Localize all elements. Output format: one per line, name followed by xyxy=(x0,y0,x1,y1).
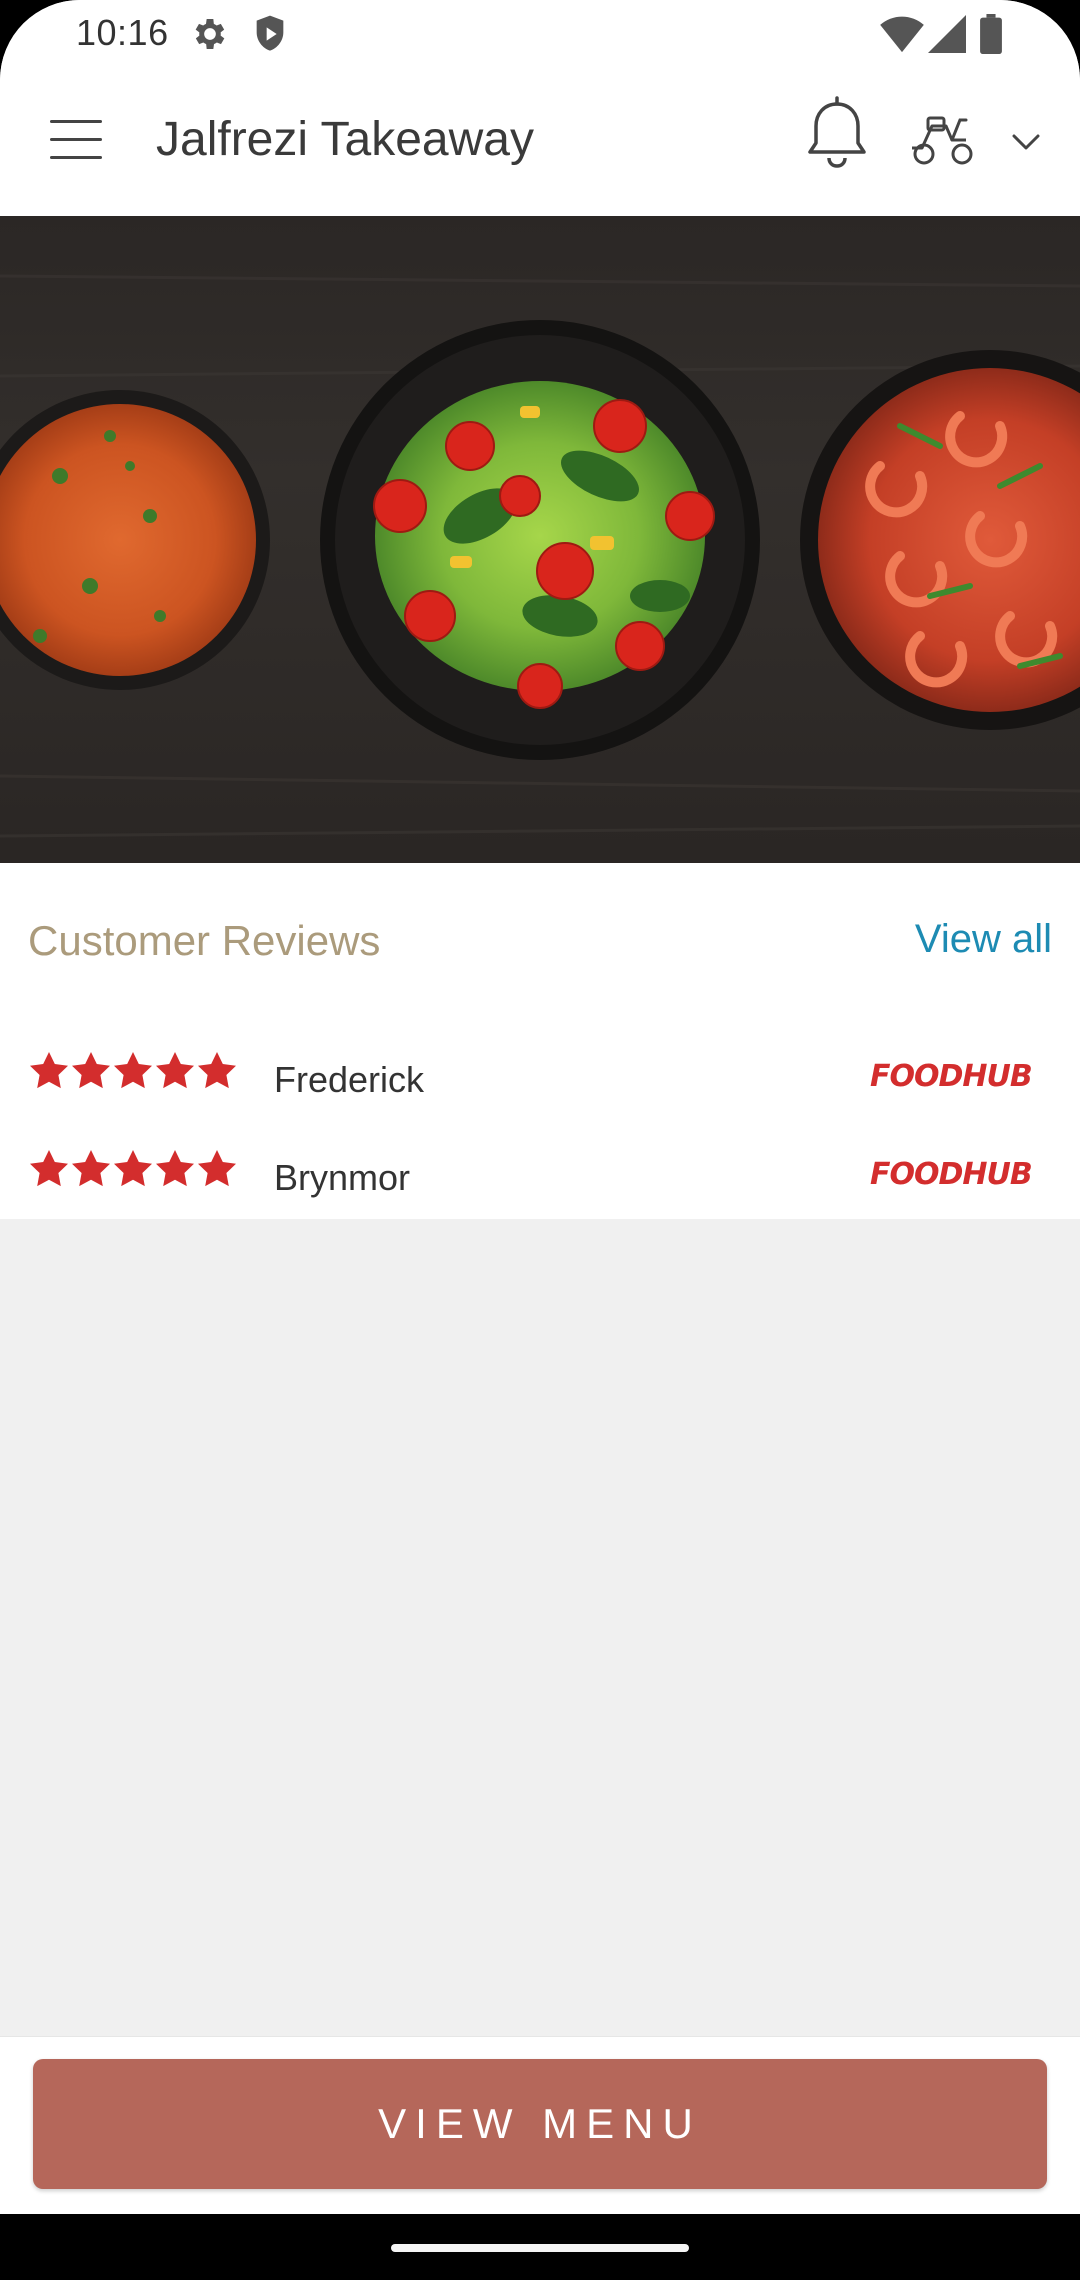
view-all-reviews-link[interactable]: View all xyxy=(915,917,1052,962)
review-item: Brynmor FOODHUB xyxy=(0,1139,1080,1219)
bottom-action-bar: VIEW MENU xyxy=(0,2036,1080,2214)
delivery-mode-selector[interactable] xyxy=(906,108,1042,172)
view-menu-button[interactable]: VIEW MENU xyxy=(33,2059,1047,2189)
reviewer-name: Brynmor xyxy=(274,1157,411,1198)
system-nav-bar xyxy=(0,2214,1080,2280)
reviewer-name: Frederick xyxy=(274,1059,425,1100)
status-bar: 10:16 xyxy=(0,0,1080,70)
scooter-icon xyxy=(912,116,1040,165)
foodhub-logo: FOODHUB xyxy=(870,1059,1033,1094)
shield-icon xyxy=(252,14,288,59)
food-dishes-image xyxy=(0,274,1080,838)
battery-icon xyxy=(980,14,1002,59)
wifi-icon xyxy=(880,14,924,59)
reviews-heading: Customer Reviews xyxy=(28,917,381,964)
app-screen: 10:16 Jalfrezi Takeaway Customer Reviews… xyxy=(0,0,1080,2214)
five-star-rating-icon xyxy=(30,1052,236,1089)
customer-reviews-section: Customer Reviews View all Frederick FOOD… xyxy=(0,863,1080,1219)
bell-icon[interactable] xyxy=(800,96,874,176)
signal-icon xyxy=(928,14,966,59)
settings-icon xyxy=(190,14,230,59)
home-indicator[interactable] xyxy=(391,2244,689,2252)
review-item: Frederick FOODHUB xyxy=(0,1041,1080,1121)
status-time: 10:16 xyxy=(76,12,169,53)
hero-banner xyxy=(0,216,1080,863)
chevron-down-icon xyxy=(1012,134,1040,150)
five-star-rating-icon xyxy=(30,1150,236,1187)
hamburger-menu-icon[interactable] xyxy=(34,106,118,172)
restaurant-title: Jalfrezi Takeaway xyxy=(156,113,534,166)
foodhub-logo: FOODHUB xyxy=(870,1157,1033,1192)
app-bar: Jalfrezi Takeaway xyxy=(0,70,1080,216)
